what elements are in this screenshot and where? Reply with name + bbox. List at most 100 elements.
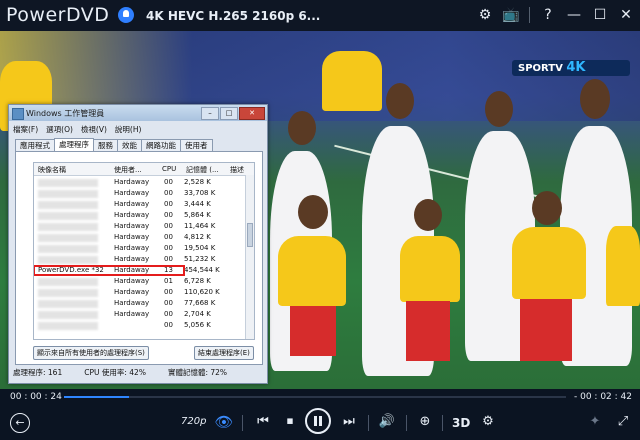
table-row[interactable]: Hardaway 00 77,668 K xyxy=(34,298,254,309)
table-row[interactable]: Hardaway 00 2,528 K xyxy=(34,177,254,188)
process-user: Hardaway xyxy=(114,233,150,241)
menu-view[interactable]: 檢視(V) xyxy=(81,124,107,135)
process-user: Hardaway xyxy=(114,211,150,219)
eye-view-icon[interactable]: 👁 xyxy=(213,411,235,433)
notification-bell-icon[interactable] xyxy=(118,7,134,23)
media-title: 4K HEVC H.265 2160p 6... xyxy=(146,9,321,23)
mascot-kid xyxy=(322,51,382,111)
skip-previous-icon[interactable]: ⏮ xyxy=(252,411,274,433)
table-row[interactable]: Hardaway 00 110,620 K xyxy=(34,287,254,298)
process-user: Hardaway xyxy=(114,178,150,186)
table-row[interactable]: Hardaway 00 51,232 K xyxy=(34,254,254,265)
control-divider xyxy=(442,415,443,431)
seek-bar: 00 : 00 : 24 - 00 : 02 : 42 xyxy=(0,389,640,405)
mascot-kid-head xyxy=(532,191,562,225)
processes-panel: 映像名稱 使用者... CPU 記憶體 (... 描述 Hardaway 00 2,… xyxy=(15,151,263,365)
col-cpu[interactable]: CPU xyxy=(162,165,176,173)
process-memory: 19,504 K xyxy=(184,244,216,252)
status-memory-usage: 實體記憶體: 72% xyxy=(167,368,228,377)
playback-controls: ← 720p 👁 ⏮ ⏹ ⏭ 🔊 ⊕ 3D ⚙ ✦ ⤢ xyxy=(0,405,640,440)
redacted-name xyxy=(38,300,98,308)
process-cpu: 00 xyxy=(164,189,173,197)
process-user: Hardaway xyxy=(114,222,150,230)
show-all-users-button[interactable]: 顯示來自所有使用者的處理程序(S) xyxy=(33,346,149,360)
col-image-name[interactable]: 映像名稱 xyxy=(38,165,66,175)
pin-icon[interactable]: ✦ xyxy=(584,411,606,433)
settings-gear-icon[interactable]: ⚙ xyxy=(477,411,499,433)
help-icon[interactable]: ? xyxy=(538,6,558,24)
table-row[interactable]: Hardaway 00 3,444 K xyxy=(34,199,254,210)
process-memory: 110,620 K xyxy=(184,288,220,296)
table-row[interactable]: Hardaway 00 2,704 K xyxy=(34,309,254,320)
tab-processes[interactable]: 處理程序 xyxy=(54,138,94,152)
process-user: Hardaway xyxy=(114,277,150,285)
player-head xyxy=(580,79,610,119)
process-memory: 454,544 K xyxy=(184,266,220,274)
tm-close-icon[interactable]: ✕ xyxy=(239,107,265,120)
mascot-kid xyxy=(278,236,346,306)
col-user[interactable]: 使用者... xyxy=(114,165,142,175)
process-list-scrollbar[interactable] xyxy=(245,175,254,339)
mascot-kid-shorts xyxy=(406,301,450,361)
menu-options[interactable]: 選項(O) xyxy=(46,124,73,135)
process-cpu: 00 xyxy=(164,233,173,241)
menu-file[interactable]: 檔案(F) xyxy=(13,124,38,135)
process-memory: 77,668 K xyxy=(184,299,216,307)
process-memory: 4,812 K xyxy=(184,233,211,241)
progress-track[interactable] xyxy=(64,396,566,398)
back-arrow-icon[interactable]: ← xyxy=(10,413,30,433)
highlight-box xyxy=(34,265,185,276)
skip-next-icon[interactable]: ⏭ xyxy=(338,411,360,433)
end-process-button[interactable]: 結束處理程序(E) xyxy=(194,346,254,360)
pause-button[interactable] xyxy=(305,408,331,434)
table-row[interactable]: 00 5,056 K xyxy=(34,320,254,331)
3d-toggle-button[interactable]: 3D xyxy=(452,416,470,430)
task-manager-window[interactable]: Windows 工作管理員 – □ ✕ 檔案(F) 選項(O) 檢視(V) 說明… xyxy=(8,104,268,384)
tv-icon[interactable]: 📺 xyxy=(501,6,521,24)
redacted-name xyxy=(38,289,98,297)
process-user: Hardaway xyxy=(114,244,150,252)
mascot-kid-head xyxy=(298,195,328,229)
elapsed-time: 00 : 00 : 24 xyxy=(10,392,62,402)
expand-icon[interactable]: ⤢ xyxy=(612,411,634,433)
table-row[interactable]: Hardaway 01 6,728 K xyxy=(34,276,254,287)
tm-minimize-icon[interactable]: – xyxy=(201,107,219,120)
process-memory: 2,704 K xyxy=(184,310,211,318)
mascot-kid xyxy=(400,236,460,302)
table-row[interactable]: Hardaway 00 4,812 K xyxy=(34,232,254,243)
task-manager-titlebar[interactable]: Windows 工作管理員 – □ ✕ xyxy=(9,105,267,121)
process-cpu: 00 xyxy=(164,222,173,230)
col-description[interactable]: 描述 xyxy=(230,165,244,175)
volume-icon[interactable]: 🔊 xyxy=(376,411,398,433)
close-icon[interactable]: ✕ xyxy=(616,6,636,24)
channel-logo: SPORTV 4K xyxy=(512,60,630,76)
maximize-icon[interactable]: ☐ xyxy=(590,6,610,24)
task-manager-menu: 檔案(F) 選項(O) 檢視(V) 說明(H) xyxy=(13,124,141,135)
control-divider xyxy=(406,415,407,431)
process-memory: 5,864 K xyxy=(184,211,211,219)
gear-icon[interactable]: ⚙ xyxy=(475,6,495,24)
table-row[interactable]: PowerDVD.exe *32 Hardaway 13 454,544 K xyxy=(34,265,254,276)
scrollbar-thumb[interactable] xyxy=(247,223,253,247)
mascot-kid-shorts xyxy=(520,299,572,361)
task-manager-status-bar: 處理程序: 161 CPU 使用率: 42% 實體記憶體: 72% xyxy=(13,367,263,379)
process-cpu: 00 xyxy=(164,244,173,252)
remaining-time: - 00 : 02 : 42 xyxy=(574,392,632,402)
process-cpu: 01 xyxy=(164,277,173,285)
table-row[interactable]: Hardaway 00 33,708 K xyxy=(34,188,254,199)
minimize-icon[interactable]: — xyxy=(564,6,584,24)
quality-label[interactable]: 720p xyxy=(181,416,206,427)
table-row[interactable]: Hardaway 00 11,464 K xyxy=(34,221,254,232)
zoom-icon[interactable]: ⊕ xyxy=(414,411,436,433)
table-row[interactable]: Hardaway 00 5,864 K xyxy=(34,210,254,221)
process-list[interactable]: 映像名稱 使用者... CPU 記憶體 (... 描述 Hardaway 00 2,… xyxy=(33,162,255,340)
menu-help[interactable]: 說明(H) xyxy=(115,124,142,135)
stop-icon[interactable]: ⏹ xyxy=(279,411,301,433)
tm-maximize-icon[interactable]: □ xyxy=(220,107,238,120)
player-head xyxy=(288,111,316,145)
col-memory[interactable]: 記憶體 (... xyxy=(186,165,219,175)
process-cpu: 00 xyxy=(164,211,173,219)
process-user: Hardaway xyxy=(114,255,150,263)
table-row[interactable]: Hardaway 00 19,504 K xyxy=(34,243,254,254)
redacted-name xyxy=(38,245,98,253)
